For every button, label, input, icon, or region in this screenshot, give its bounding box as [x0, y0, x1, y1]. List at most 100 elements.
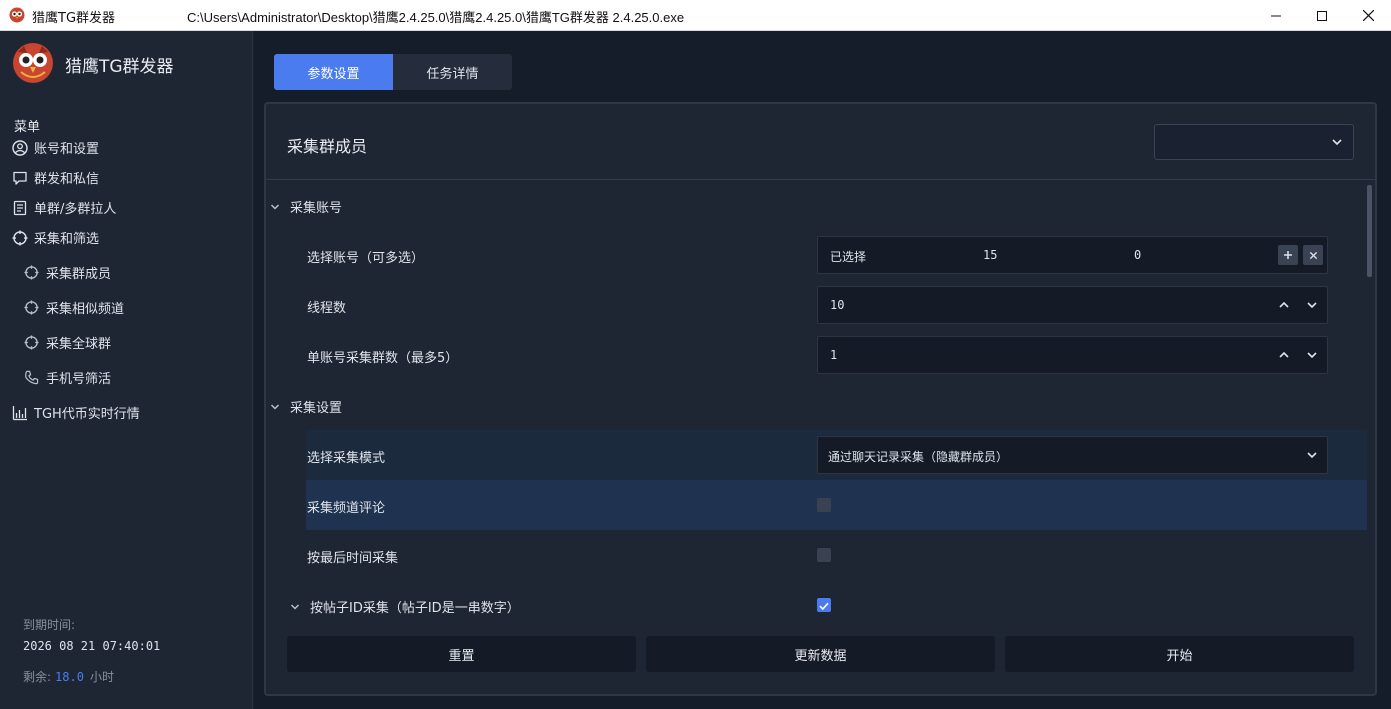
add-account-button[interactable]	[1278, 245, 1298, 265]
remain-value: 18.0	[55, 670, 84, 684]
post-id-label: 按帖子ID采集（帖子ID是一串数字）	[310, 601, 520, 616]
reset-button[interactable]: 重置	[287, 636, 636, 672]
update-data-button[interactable]: 更新数据	[646, 636, 995, 672]
tab-parameters[interactable]: 参数设置	[274, 54, 393, 90]
close-icon	[1309, 251, 1317, 259]
sidebar-item-label: 采集相似频道	[46, 302, 125, 317]
mode-label: 选择采集模式	[307, 451, 386, 466]
expire-label: 到期时间:	[23, 618, 76, 632]
groups-per-account-label: 单账号采集群数（最多5）	[307, 351, 459, 366]
crosshair-icon	[24, 299, 40, 316]
check-icon	[819, 602, 829, 611]
select-account-label: 选择账号（可多选）	[307, 251, 425, 266]
select-account-field[interactable]: 已选择 15 0	[817, 236, 1328, 274]
sidebar-item-similar-channels[interactable]: 采集相似频道	[24, 298, 124, 317]
main-area: 参数设置 任务详情 采集群成员 采集账号 选择账号（可多选） 已选择 15 0	[254, 31, 1391, 709]
panel-dropdown[interactable]	[1154, 124, 1354, 160]
sidebar-item-tgh-market[interactable]: TGH代币实时行情	[12, 403, 140, 422]
sidebar-item-label: 采集全球群	[46, 337, 112, 352]
sidebar-item-collect-filter[interactable]: 采集和筛选	[12, 228, 99, 247]
start-button[interactable]: 开始	[1005, 636, 1354, 672]
selected-extra: 0	[1134, 248, 1142, 262]
chevron-down-icon	[270, 402, 284, 412]
sidebar-item-account-settings[interactable]: 账号和设置	[12, 138, 99, 157]
close-button[interactable]	[1345, 0, 1391, 31]
window-path: C:\Users\Administrator\Desktop\猎鹰2.4.25.…	[187, 10, 685, 25]
phone-icon	[24, 370, 40, 386]
last-time-label: 按最后时间采集	[307, 551, 399, 566]
document-icon	[12, 200, 28, 216]
section-settings[interactable]: 采集设置	[270, 397, 342, 416]
selected-count: 15	[983, 248, 998, 262]
sidebar-item-phone-filter[interactable]: 手机号筛活	[24, 368, 111, 387]
remain-label: 剩余:	[23, 670, 52, 684]
menu-title: 菜单	[14, 120, 41, 135]
vertical-scrollbar[interactable]	[1365, 181, 1373, 631]
maximize-icon	[1317, 10, 1327, 21]
selected-text: 已选择	[830, 250, 867, 264]
sidebar: 猎鹰TG群发器 菜单 账号和设置 群发和私信 单群/多群拉人 采集和筛选 采集群…	[0, 31, 253, 709]
chat-bubble-icon	[12, 170, 28, 186]
sidebar-item-label: 账号和设置	[34, 142, 100, 157]
groups-per-account-spinbox[interactable]: 1	[817, 336, 1328, 374]
tab-bar: 参数设置 任务详情	[274, 54, 512, 90]
brand-name: 猎鹰TG群发器	[65, 57, 174, 77]
plus-icon	[1284, 251, 1292, 259]
close-icon	[1362, 10, 1374, 21]
sidebar-item-label: 手机号筛活	[46, 372, 112, 387]
chevron-down-icon	[1332, 139, 1342, 146]
sidebar-item-collect-members[interactable]: 采集群成员	[24, 263, 111, 282]
channel-comments-row	[306, 480, 1367, 530]
crosshair-icon	[24, 334, 40, 351]
section-account-label: 采集账号	[290, 201, 343, 216]
post-id-checkbox[interactable]	[817, 598, 831, 612]
chevron-up-icon[interactable]	[1278, 349, 1290, 361]
channel-comments-label: 采集频道评论	[307, 501, 386, 516]
settings-panel: 采集群成员 采集账号 选择账号（可多选） 已选择 15 0 线程数 10 单账号…	[264, 102, 1377, 696]
sidebar-item-label: 群发和私信	[34, 172, 100, 187]
tab-task-details[interactable]: 任务详情	[393, 54, 512, 90]
remaining-time: 剩余: 18.0 小时	[23, 668, 114, 685]
chart-icon	[12, 405, 28, 421]
panel-header: 采集群成员	[266, 104, 1375, 180]
channel-comments-checkbox[interactable]	[817, 498, 831, 512]
mode-value: 通过聊天记录采集（隐藏群成员）	[828, 450, 1009, 464]
chevron-down-icon	[1307, 452, 1317, 459]
sidebar-item-label: 采集和筛选	[34, 232, 100, 247]
threads-spinbox[interactable]: 10	[817, 286, 1328, 324]
remain-unit: 小时	[89, 670, 114, 684]
mode-dropdown[interactable]: 通过聊天记录采集（隐藏群成员）	[817, 436, 1328, 474]
owl-logo-icon	[13, 43, 53, 83]
maximize-button[interactable]	[1299, 0, 1345, 31]
threads-label: 线程数	[307, 301, 347, 316]
post-id-row[interactable]: 按帖子ID采集（帖子ID是一串数字）	[290, 597, 520, 616]
clear-account-button[interactable]	[1303, 245, 1323, 265]
threads-value: 10	[830, 298, 845, 312]
minimize-icon	[1271, 15, 1281, 16]
minimize-button[interactable]	[1253, 0, 1299, 31]
chevron-down-icon	[270, 202, 284, 212]
chevron-down-icon[interactable]	[1306, 349, 1318, 361]
sidebar-item-label: TGH代币实时行情	[34, 407, 140, 422]
crosshair-icon	[24, 264, 40, 281]
sidebar-item-broadcast[interactable]: 群发和私信	[12, 168, 99, 187]
section-account[interactable]: 采集账号	[270, 197, 342, 216]
chevron-down-icon[interactable]	[1306, 299, 1318, 311]
chevron-down-icon	[290, 602, 304, 612]
section-settings-label: 采集设置	[290, 401, 343, 416]
sidebar-item-label: 采集群成员	[46, 267, 112, 282]
crosshair-icon	[12, 230, 28, 246]
app-owl-icon	[9, 7, 25, 23]
user-circle-icon	[12, 139, 28, 156]
chevron-up-icon[interactable]	[1278, 299, 1290, 311]
groups-per-account-value: 1	[830, 348, 838, 362]
window-app-name: 猎鹰TG群发器	[32, 11, 116, 26]
title-bar: 猎鹰TG群发器 C:\Users\Administrator\Desktop\猎…	[0, 0, 1391, 31]
sidebar-item-label: 单群/多群拉人	[34, 202, 117, 217]
sidebar-item-global-groups[interactable]: 采集全球群	[24, 333, 111, 352]
scrollbar-thumb[interactable]	[1367, 185, 1372, 277]
sidebar-item-pull-members[interactable]: 单群/多群拉人	[12, 198, 116, 217]
last-time-checkbox[interactable]	[817, 548, 831, 562]
panel-title: 采集群成员	[287, 137, 368, 156]
expire-value: 2026 08 21 07:40:01	[23, 639, 161, 653]
